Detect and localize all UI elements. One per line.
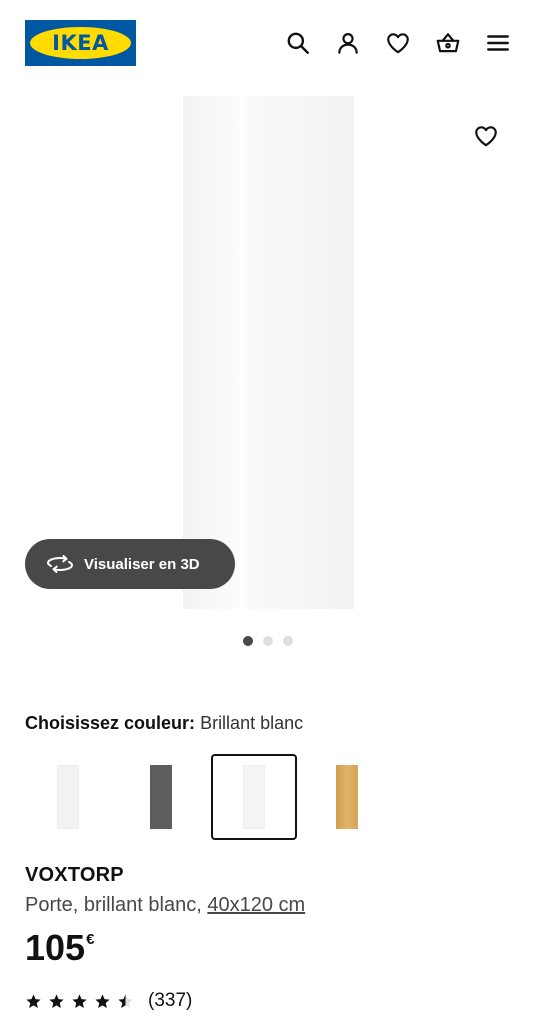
ikea-logo[interactable]: IKEA — [25, 20, 136, 66]
color-value: Brillant blanc — [200, 713, 304, 733]
product-name: VOXTORP — [25, 864, 124, 886]
carousel-dot-1[interactable] — [243, 636, 253, 646]
account-icon[interactable] — [333, 28, 363, 58]
star-full-icon — [49, 993, 64, 1008]
favourite-heart-icon[interactable] — [470, 120, 502, 152]
carousel-dot-3[interactable] — [283, 636, 293, 646]
wishlist-heart-icon[interactable] — [383, 28, 413, 58]
star-full-icon — [95, 993, 110, 1008]
price-currency: € — [86, 931, 95, 948]
site-header: IKEA — [0, 0, 536, 88]
visualize-3d-button[interactable]: Visualiser en 3D — [25, 539, 235, 589]
star-full-icon — [72, 993, 87, 1008]
swatch-brilliant-white[interactable] — [211, 754, 297, 840]
swatch-white[interactable] — [25, 754, 111, 840]
carousel-dots — [243, 636, 293, 646]
price-amount: 105 — [25, 927, 86, 968]
image-sheen — [235, 96, 249, 609]
logo-oval: IKEA — [30, 27, 131, 59]
swatch-oak[interactable] — [304, 754, 390, 840]
product-rating[interactable]: (337) — [25, 990, 192, 1012]
search-icon[interactable] — [283, 28, 313, 58]
product-image[interactable] — [183, 96, 354, 609]
rotate-3d-icon — [46, 553, 74, 575]
swatch-brilliant-white-image — [243, 765, 265, 829]
swatch-oak-image — [336, 765, 358, 829]
carousel-dot-2[interactable] — [263, 636, 273, 646]
color-selector-heading: Choisissez couleur: Brillant blanc — [25, 713, 303, 734]
product-size-link[interactable]: 40x120 cm — [207, 894, 305, 916]
rating-count: (337) — [148, 990, 193, 1011]
visualize-3d-label: Visualiser en 3D — [84, 555, 200, 573]
star-full-icon — [26, 993, 41, 1008]
basket-icon[interactable] — [433, 28, 463, 58]
swatch-white-image — [57, 765, 79, 829]
product-description: Porte, brillant blanc, 40x120 cm — [25, 894, 305, 917]
product-price: 105 € — [25, 928, 94, 968]
color-label: Choisissez couleur: — [25, 713, 196, 733]
swatch-dark-grey-image — [150, 765, 172, 829]
logo-text: IKEA — [52, 31, 109, 55]
product-description-text: Porte, brillant blanc, — [25, 894, 208, 916]
star-half-icon — [118, 993, 133, 1008]
rating-stars — [25, 993, 134, 1010]
swatch-dark-grey[interactable] — [118, 754, 204, 840]
menu-icon[interactable] — [483, 28, 513, 58]
